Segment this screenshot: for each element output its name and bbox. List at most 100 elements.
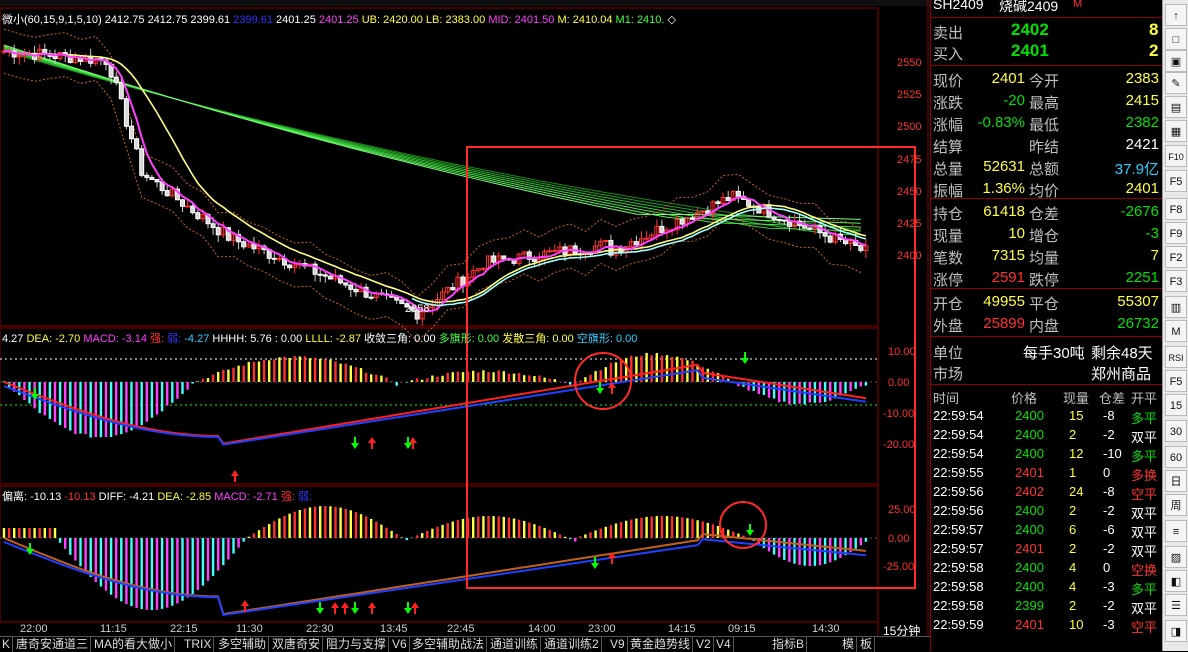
bottom-tab-15[interactable]: 指标B	[770, 637, 808, 652]
tick-cell: -10	[1103, 446, 1122, 461]
tick-cell: -6	[1103, 522, 1115, 537]
tick-row[interactable]: 22:59:56 2400 2 -2 双平	[931, 502, 1161, 521]
unit-label: 单位	[933, 345, 964, 362]
bottom-tab-7[interactable]: V6	[390, 637, 410, 652]
indicator-name: 微小(60,15,9,1,5,10)	[2, 14, 102, 26]
tick-cell: 2	[1069, 427, 1077, 442]
tool-button-1[interactable]: □	[1165, 28, 1187, 50]
tick-cell: -2	[1103, 427, 1115, 442]
tick-row[interactable]: 22:59:55 2401 1 0 多换	[931, 464, 1161, 483]
tick-cell: 4	[1069, 560, 1077, 575]
bottom-tab-5[interactable]: 双唐奇安	[270, 637, 324, 652]
bottom-tab-9[interactable]: 通道训练	[488, 637, 542, 652]
diamond-icon[interactable]: ◇	[668, 14, 676, 26]
macd1-kq: 空旗形: 0.00	[576, 333, 638, 345]
tool-button-19[interactable]: 日	[1165, 470, 1187, 492]
tick-cell: 22:59:56	[933, 484, 984, 499]
bottom-tab-4[interactable]: 多空辅助	[216, 637, 270, 652]
tool-button-24[interactable]: ☰	[1165, 594, 1187, 616]
macd1-z1: : 0.00	[274, 333, 303, 345]
tool-button-11[interactable]: F3	[1165, 270, 1187, 292]
tool-button-2[interactable]: ▣	[1165, 50, 1187, 72]
quote-stat-value: 2251	[1125, 269, 1159, 286]
bottom-tab-8[interactable]: 多空辅助战法	[410, 637, 488, 652]
tool-button-20[interactable]: 周	[1165, 494, 1187, 516]
tool-button-7[interactable]: F5	[1165, 170, 1187, 192]
bottom-tab-3[interactable]: TRIX	[182, 637, 215, 652]
bottom-tab-11[interactable]: V9	[608, 637, 628, 652]
tool-button-18[interactable]: 60	[1165, 446, 1187, 468]
tick-header-type: 开平	[1131, 391, 1158, 406]
tick-cell: 22:59:54	[933, 408, 984, 423]
tick-row[interactable]: 22:59:59 2401 10 -3 空平	[931, 616, 1161, 635]
tick-cell: 2401	[1015, 617, 1044, 632]
quote-stat-label: 最高	[1029, 95, 1060, 112]
bottom-tab-0[interactable]: K	[0, 637, 14, 652]
tick-cell: 双平	[1131, 430, 1158, 445]
tool-button-17[interactable]: 30	[1165, 420, 1187, 442]
tool-button-12[interactable]: ▥	[1165, 296, 1187, 318]
tool-button-21[interactable]: ≡	[1165, 520, 1187, 542]
macd1-ruo: 弱:	[167, 333, 182, 345]
tick-row[interactable]: 22:59:58 2400 4 -3 多平	[931, 578, 1161, 597]
tool-button-0[interactable]: ↑	[1165, 4, 1187, 26]
quote-stat-value: -2676	[1120, 203, 1159, 220]
macd1-qiang: 强:	[150, 333, 165, 345]
tick-cell: -8	[1103, 484, 1115, 499]
tick-row[interactable]: 22:59:54 2400 12 -10 多平	[931, 445, 1161, 464]
bottom-tab-1[interactable]: 唐奇安通道三	[14, 637, 92, 652]
price-tick-2525: 2525	[897, 89, 922, 102]
quote-stat-value: 2421	[1125, 136, 1159, 153]
tool-button-3[interactable]: ✎	[1165, 72, 1187, 94]
bottom-tab-6[interactable]: 阻力与支撑	[324, 637, 390, 652]
quote-stat-row: 涨幅 -0.83% 最低 2382	[931, 112, 1161, 134]
tool-button-5[interactable]: ▦	[1165, 120, 1187, 142]
tool-button-4[interactable]: ▤	[1165, 96, 1187, 118]
macd1-tick: 10.00	[888, 346, 916, 358]
quote-stat-label: 昨结	[1029, 139, 1060, 156]
tool-button-15[interactable]: F5	[1165, 370, 1187, 392]
buy-price: 2401	[1011, 41, 1049, 60]
tick-cell: 4	[1069, 579, 1077, 594]
bottom-tab-2[interactable]: MA的看大做小	[92, 637, 176, 652]
tick-cell: -3	[1103, 617, 1115, 632]
low-price-label: 2358	[405, 303, 430, 315]
time-tick: 22:00	[20, 623, 48, 635]
tool-button-25[interactable]: ◨	[1165, 620, 1187, 642]
bottom-tab-13[interactable]: V2	[694, 637, 714, 652]
main-info-line: 微小(60,15,9,1,5,10) 2412.75 2412.75 2399.…	[2, 11, 676, 27]
tick-row[interactable]: 22:59:54 2400 15 -8 多平	[931, 407, 1161, 426]
bottom-tab-12[interactable]: 黄金趋势线	[628, 637, 694, 652]
info-lb: LB: 2383.00	[425, 14, 486, 26]
macd1-tick: -10.00	[883, 408, 915, 420]
tool-button-23[interactable]: ◧	[1165, 570, 1187, 592]
market-value: 郑州商品	[1091, 366, 1152, 383]
time-tick: 22:15	[170, 623, 198, 635]
tick-row[interactable]: 22:59:54 2400 2 -2 双平	[931, 426, 1161, 445]
bottom-tab-14[interactable]: V4	[714, 637, 734, 652]
tick-row[interactable]: 22:59:57 2400 6 -6 双平	[931, 521, 1161, 540]
tool-button-8[interactable]: F8	[1165, 198, 1187, 220]
quote-stat-label: 涨停	[933, 272, 964, 289]
kline-chart-area[interactable]	[0, 0, 930, 651]
macd2-pl: 偏离: -10.13	[2, 491, 62, 503]
tool-button-10[interactable]: F2	[1165, 246, 1187, 268]
macd2-tick: 0.00	[888, 532, 910, 545]
tool-button-9[interactable]: F9	[1165, 222, 1187, 244]
bottom-tab-10[interactable]: 通道训练2	[542, 637, 602, 652]
tool-button-6[interactable]: F10	[1165, 145, 1187, 167]
quote-stat-value: 2383	[1125, 70, 1159, 87]
tick-row[interactable]: 22:59:57 2401 2 -2 双平	[931, 540, 1161, 559]
tick-row[interactable]: 22:59:58 2400 4 0 空换	[931, 559, 1161, 578]
bottom-tab-17[interactable]: 板	[858, 637, 876, 652]
macd1-layer	[0, 352, 878, 482]
bottom-tab-16[interactable]: 模	[840, 637, 858, 652]
quote-stat-label: 外盘	[933, 318, 964, 335]
quote-panel: SH2409 烧碱2409 M 卖出 2402 8 买入 2401 2 现价 24…	[930, 0, 1163, 651]
tool-button-16[interactable]: 15	[1165, 394, 1187, 416]
tool-button-13[interactable]: M	[1165, 320, 1187, 342]
tick-row[interactable]: 22:59:56 2402 24 -8 空平	[931, 483, 1161, 502]
tool-button-22[interactable]: ▨	[1165, 546, 1187, 568]
tool-button-14[interactable]: RSI	[1165, 346, 1187, 368]
tick-row[interactable]: 22:59:58 2399 2 -2 双平	[931, 597, 1161, 616]
